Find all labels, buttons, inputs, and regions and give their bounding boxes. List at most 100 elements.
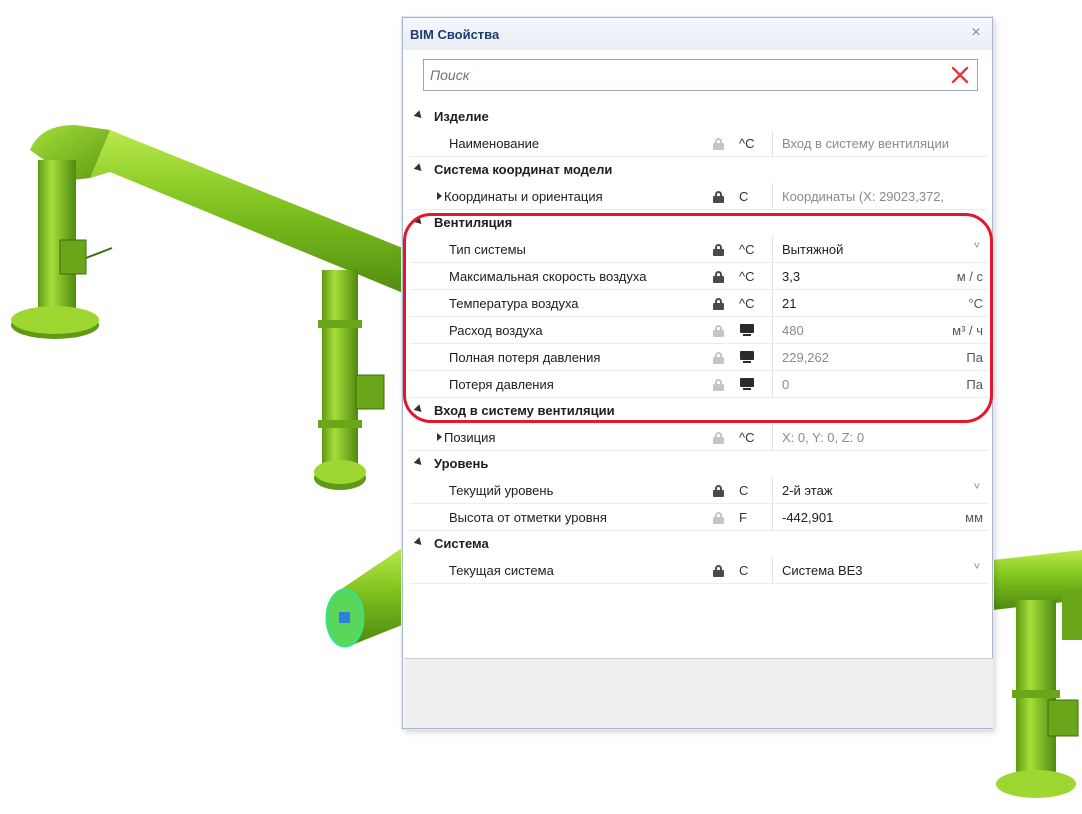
- chevron-down-icon[interactable]: ˅: [974, 561, 980, 573]
- collapse-arrow-icon[interactable]: [413, 537, 425, 548]
- property-row[interactable]: Тип системы ^C Вытяжной ˅: [410, 236, 988, 263]
- property-row[interactable]: Потеря давления 0 Па: [410, 371, 988, 398]
- property-value: Вход в систему вентиляции: [782, 136, 950, 151]
- lock-icon[interactable]: [713, 565, 724, 577]
- property-label: Позиция: [444, 430, 496, 445]
- value-field: Координаты (X: 29023,372,: [772, 183, 988, 209]
- property-row[interactable]: Температура воздуха ^C 21 °С: [410, 290, 988, 317]
- property-group-header[interactable]: Изделие: [410, 104, 988, 130]
- property-label: Текущая система: [449, 563, 554, 578]
- selected-duct-inlet[interactable]: [325, 548, 402, 648]
- monitor-base: [743, 334, 751, 336]
- monitor-base: [743, 361, 751, 363]
- collapse-arrow-icon[interactable]: [413, 163, 425, 174]
- value-field: 480 м³ / ч: [772, 317, 988, 343]
- duct-segment[interactable]: [993, 550, 1082, 798]
- unit-label: Па: [966, 377, 983, 392]
- property-label: Координаты и ориентация: [444, 189, 603, 204]
- property-row[interactable]: Расход воздуха 480 м³ / ч: [410, 317, 988, 344]
- lock-icon[interactable]: [713, 244, 724, 256]
- lock-body: [713, 303, 724, 310]
- lock-icon[interactable]: [713, 298, 724, 310]
- property-value: 229,262: [782, 350, 829, 365]
- value-field[interactable]: -442,901 мм: [772, 504, 988, 530]
- property-value: -442,901: [782, 510, 834, 525]
- close-icon[interactable]: ×: [968, 25, 984, 41]
- lock-icon[interactable]: [713, 432, 724, 444]
- lock-body: [713, 517, 724, 524]
- property-group-header[interactable]: Вентиляция: [410, 210, 988, 236]
- value-field[interactable]: 3,3 м / с: [772, 263, 988, 289]
- property-row[interactable]: Высота от отметки уровня F -442,901 мм: [410, 504, 988, 531]
- lock-body: [713, 249, 724, 256]
- lock-body: [713, 196, 724, 203]
- calculated-monitor-icon: [740, 351, 754, 363]
- property-value: 0: [782, 377, 790, 392]
- property-label: Наименование: [449, 136, 540, 151]
- property-value: 2-й этаж: [782, 483, 833, 498]
- property-value: Система ВЕ3: [782, 563, 863, 578]
- chevron-down-icon[interactable]: ˅: [974, 481, 980, 493]
- collapse-arrow-icon[interactable]: [413, 457, 425, 468]
- lock-icon[interactable]: [713, 325, 724, 337]
- chevron-down-icon[interactable]: ˅: [974, 240, 980, 252]
- panel-titlebar[interactable]: BIM Свойства ×: [403, 18, 992, 50]
- value-dropdown[interactable]: Система ВЕ3 ˅: [772, 557, 988, 583]
- property-value: Вытяжной: [782, 242, 844, 257]
- lock-icon[interactable]: [713, 191, 724, 203]
- lock-icon[interactable]: [713, 271, 724, 283]
- property-value: Координаты (X: 29023,372,: [782, 189, 945, 204]
- property-row[interactable]: Наименование ^C Вход в систему вентиляции: [410, 130, 988, 157]
- property-row[interactable]: Максимальная скорость воздуха ^C 3,3 м / с: [410, 263, 988, 290]
- group-label: Уровень: [434, 456, 489, 471]
- lock-icon[interactable]: [713, 352, 724, 364]
- value-field[interactable]: 21 °С: [772, 290, 988, 316]
- property-label: Максимальная скорость воздуха: [449, 269, 647, 284]
- group-label: Система: [434, 536, 489, 551]
- property-flag: ^C: [739, 430, 755, 445]
- group-label: Вентиляция: [434, 215, 513, 230]
- property-group-header[interactable]: Вход в систему вентиляции: [410, 398, 988, 424]
- property-label: Потеря давления: [449, 377, 554, 392]
- unit-label: °С: [968, 296, 983, 311]
- calculated-monitor-icon: [740, 324, 754, 336]
- value-dropdown[interactable]: Вытяжной ˅: [772, 236, 988, 262]
- property-flag: C: [739, 563, 749, 578]
- unit-label: мм: [965, 510, 983, 525]
- duct-segment[interactable]: [11, 160, 113, 339]
- property-label: Расход воздуха: [449, 323, 543, 338]
- value-field: X: 0, Y: 0, Z: 0: [772, 424, 988, 450]
- group-label: Система координат модели: [434, 162, 613, 177]
- property-group-header[interactable]: Уровень: [410, 451, 988, 477]
- property-value: X: 0, Y: 0, Z: 0: [782, 430, 865, 445]
- property-row[interactable]: Текущая система C Система ВЕ3 ˅: [410, 557, 988, 584]
- monitor-base: [743, 388, 751, 390]
- expand-arrow-icon[interactable]: [437, 433, 442, 441]
- search-input[interactable]: [424, 60, 944, 90]
- lock-body: [713, 384, 724, 391]
- property-group-header[interactable]: Система координат модели: [410, 157, 988, 183]
- clear-search-icon[interactable]: [949, 64, 971, 86]
- value-dropdown[interactable]: 2-й этаж ˅: [772, 477, 988, 503]
- property-row[interactable]: Позиция ^C X: 0, Y: 0, Z: 0: [410, 424, 988, 451]
- lock-body: [713, 490, 724, 497]
- duct-segment[interactable]: [30, 125, 420, 300]
- lock-icon[interactable]: [713, 379, 724, 391]
- lock-icon[interactable]: [713, 512, 724, 524]
- property-row[interactable]: Полная потеря давления 229,262 Па: [410, 344, 988, 371]
- property-group-header[interactable]: Система: [410, 531, 988, 557]
- expand-arrow-icon[interactable]: [437, 192, 442, 200]
- lock-icon[interactable]: [713, 485, 724, 497]
- monitor-screen: [740, 378, 754, 387]
- collapse-arrow-icon[interactable]: [413, 216, 425, 227]
- collapse-arrow-icon[interactable]: [413, 110, 425, 121]
- property-row[interactable]: Текущий уровень C 2-й этаж ˅: [410, 477, 988, 504]
- duct-segment[interactable]: [314, 270, 385, 490]
- property-flag: C: [739, 189, 749, 204]
- collapse-arrow-icon[interactable]: [413, 404, 425, 415]
- property-label: Температура воздуха: [449, 296, 579, 311]
- lock-icon[interactable]: [713, 138, 724, 150]
- property-row[interactable]: Координаты и ориентация C Координаты (X: 2…: [410, 183, 988, 210]
- lock-body: [713, 437, 724, 444]
- property-label: Высота от отметки уровня: [449, 510, 607, 525]
